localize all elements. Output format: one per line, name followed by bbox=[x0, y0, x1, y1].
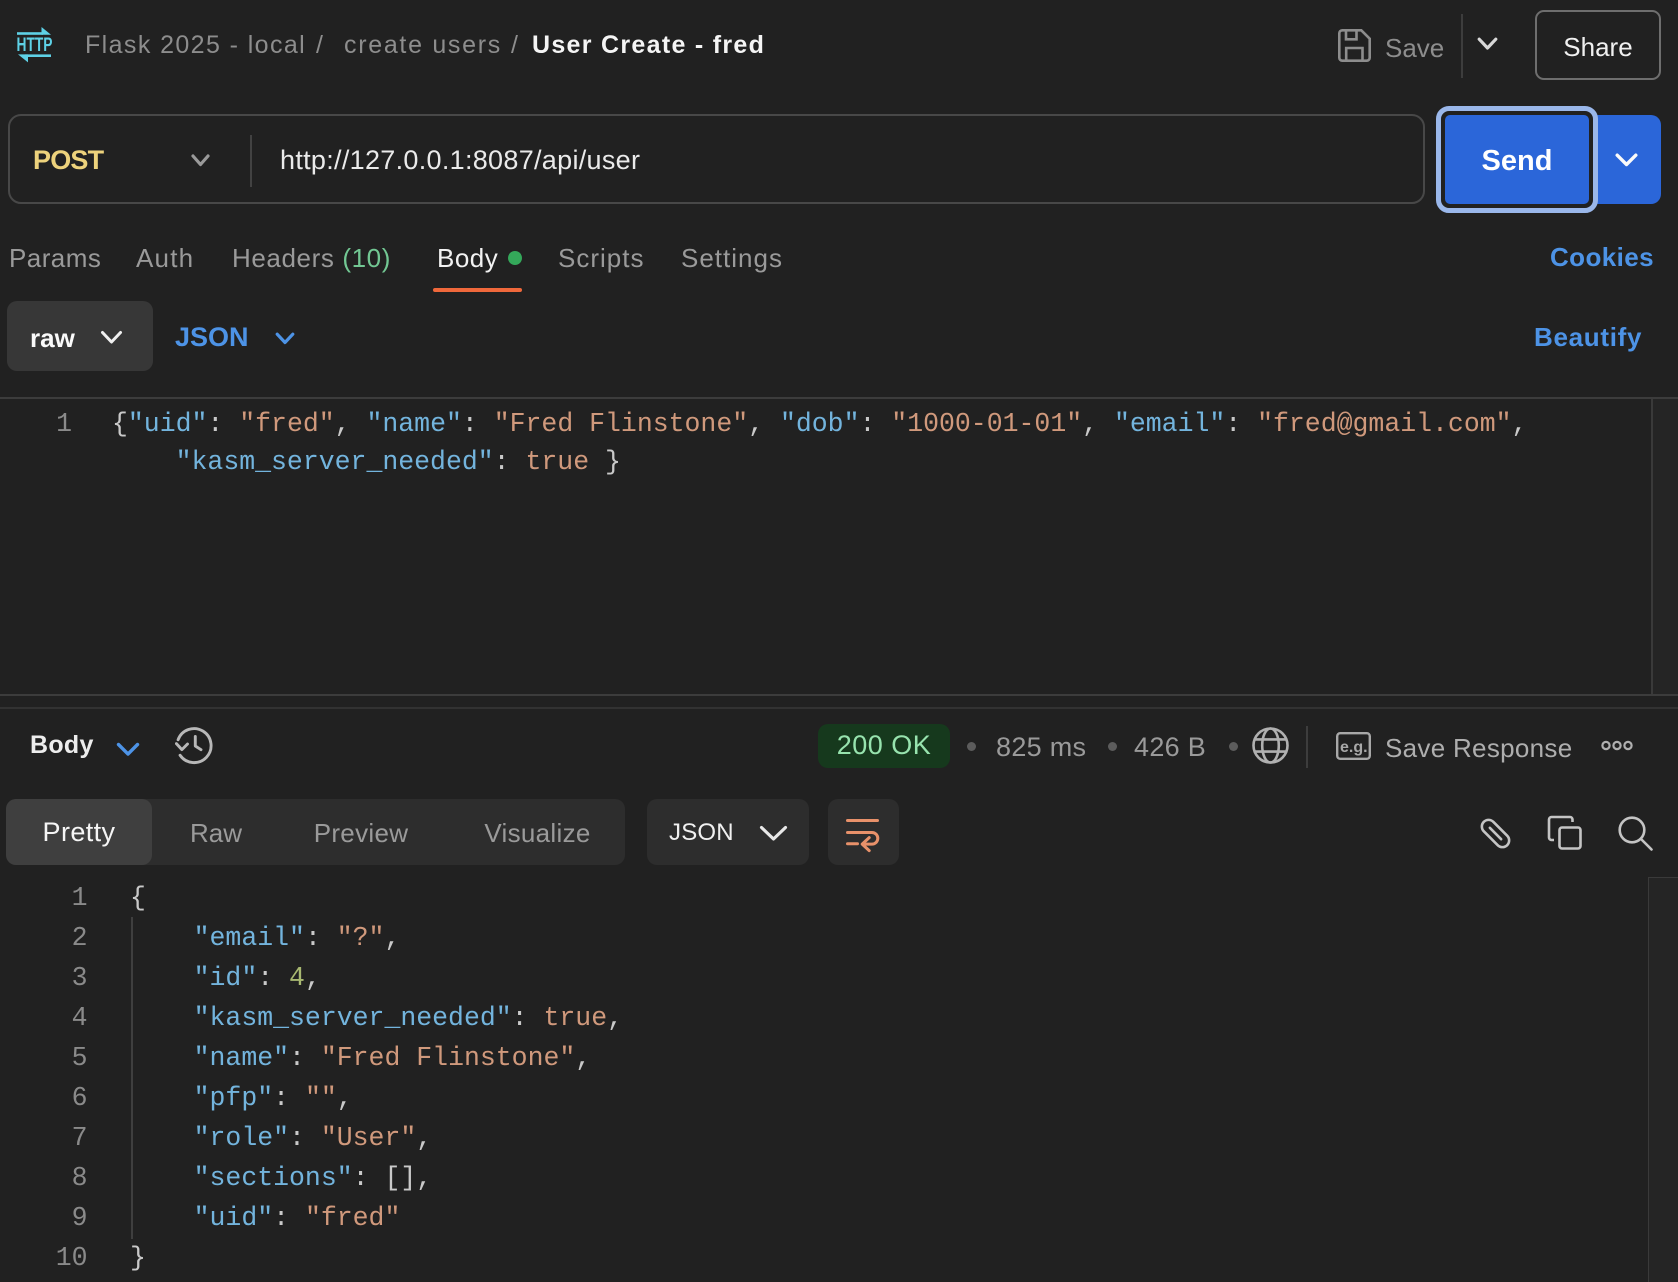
svg-text:e.g.: e.g. bbox=[1340, 739, 1368, 756]
svg-text:HTTP: HTTP bbox=[17, 35, 53, 56]
